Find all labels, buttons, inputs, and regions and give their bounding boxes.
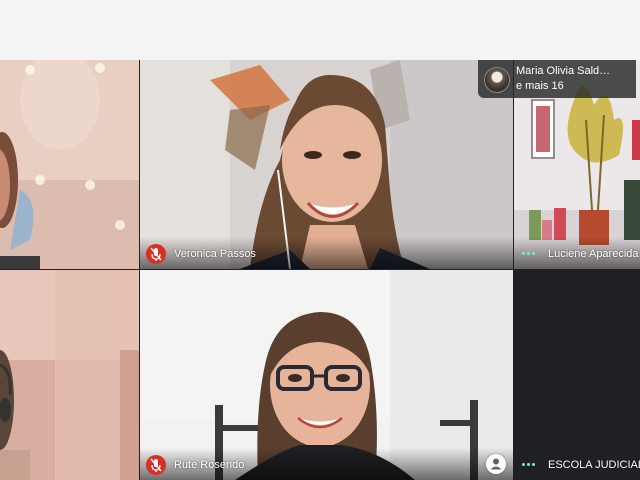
participant-tile[interactable] [0,270,139,480]
participant-name: Luciene Aparecida [548,248,639,260]
person-icon [487,455,505,473]
participant-tile[interactable]: Veronica Passos [140,60,513,269]
participant-name: Veronica Passos [174,248,256,260]
speaking-dots-icon [522,251,538,257]
participant-name: Rute Rosendo [174,459,245,471]
video-grid: Veronica Passos Luciene Aparecida Rute R… [0,60,640,480]
avatar [484,67,510,93]
top-bar [0,0,640,60]
mic-off-icon [146,455,166,475]
participant-video [0,60,139,269]
participant-video [0,270,139,480]
more-participants-overlay[interactable]: Maria Olivia Sald… e mais 16 [478,60,636,98]
overflow-participant-name: Maria Olivia Sald… [516,65,611,77]
participant-tile[interactable] [0,60,139,269]
participant-tile[interactable]: Rute Rosendo [140,270,513,480]
mic-off-icon [146,244,166,264]
participant-tile[interactable]: ESCOLA JUDICIAL [514,270,640,480]
pin-participant-button[interactable] [486,454,506,474]
speaking-dots-icon [522,462,538,468]
participant-name: ESCOLA JUDICIAL [548,459,640,471]
more-participants-count: e mais 16 [516,80,564,92]
